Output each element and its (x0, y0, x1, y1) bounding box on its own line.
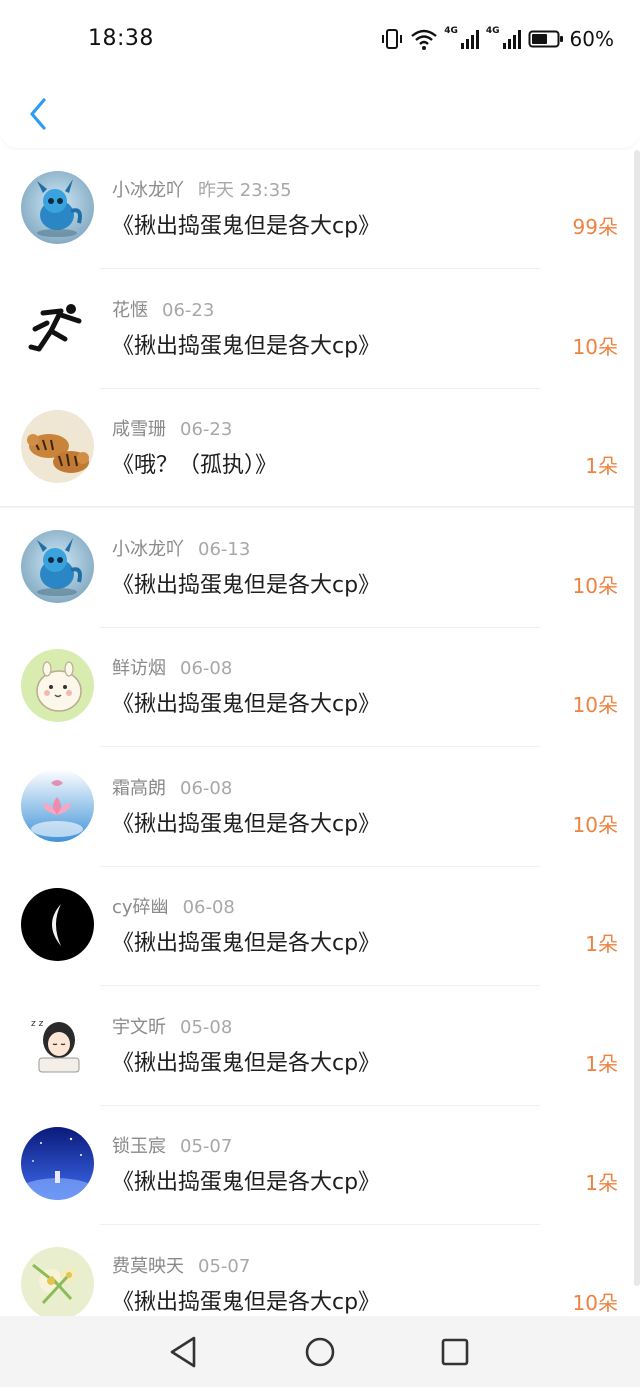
avatar[interactable] (21, 768, 94, 842)
item-meta: 鲜访烟 06-08 (112, 654, 232, 680)
vibrate-icon (382, 29, 403, 49)
recents-square-icon (441, 1338, 469, 1366)
item-date: 06-08 (180, 777, 233, 799)
list-item[interactable]: z z 宇文昕 05-08 《揪出捣蛋鬼但是各大cp》 1朵 (0, 987, 640, 1106)
user-name[interactable]: 锁玉宸 (112, 1136, 166, 1157)
item-meta: 花惬 06-23 (112, 296, 214, 322)
work-title[interactable]: 《揪出捣蛋鬼但是各大cp》 (112, 208, 380, 240)
flower-count: 1朵 (585, 1171, 618, 1195)
network-type-right: 4G (485, 26, 500, 36)
work-title[interactable]: 《揪出捣蛋鬼但是各大cp》 (112, 1045, 380, 1077)
work-title[interactable]: 《揪出捣蛋鬼但是各大cp》 (112, 328, 380, 360)
wifi-icon (411, 29, 438, 50)
avatar[interactable] (21, 529, 94, 603)
avatar[interactable] (21, 1127, 94, 1200)
flower-count: 99朵 (572, 215, 618, 239)
item-date: 06-23 (162, 299, 215, 321)
item-date: 05-07 (198, 1255, 251, 1277)
item-meta: 小冰龙吖 昨天 23:35 (112, 176, 292, 202)
item-meta: cy碎幽 06-08 (112, 893, 235, 919)
work-title[interactable]: 《揪出捣蛋鬼但是各大cp》 (112, 1164, 380, 1196)
flower-count: 10朵 (572, 1290, 618, 1315)
flower-count: 10朵 (572, 693, 618, 717)
item-date: 06-23 (180, 419, 233, 440)
status-time: 18:38 (88, 26, 154, 51)
list-item[interactable]: cy碎幽 06-08 《揪出捣蛋鬼但是各大cp》 1朵 (0, 867, 640, 986)
user-name[interactable]: 花惬 (112, 300, 148, 321)
item-date: 06-08 (180, 658, 233, 679)
work-title[interactable]: 《哦？（孤执）》 (112, 447, 277, 479)
status-bar: 18:38 4G 4G 60% (0, 0, 640, 80)
scrollbar[interactable] (634, 150, 640, 1286)
item-date: 06-08 (182, 897, 235, 918)
flower-count: 10朵 (572, 334, 618, 359)
list-item[interactable]: 霜高朗 06-08 《揪出捣蛋鬼但是各大cp》 10朵 (0, 748, 640, 867)
item-meta: 小冰龙吖 06-13 (112, 535, 250, 561)
user-name[interactable]: 咸雪珊 (112, 419, 166, 440)
system-nav-bar (0, 1316, 640, 1387)
avatar[interactable] (21, 410, 94, 483)
battery-icon (528, 30, 563, 48)
avatar[interactable] (21, 290, 94, 364)
back-button[interactable] (20, 94, 56, 134)
item-date: 06-13 (198, 538, 251, 560)
battery-percent: 60% (569, 27, 614, 51)
avatar[interactable] (21, 171, 94, 244)
work-title[interactable]: 《揪出捣蛋鬼但是各大cp》 (112, 925, 380, 957)
avatar[interactable]: z z (21, 1007, 94, 1081)
header (0, 80, 640, 148)
flower-count: 1朵 (585, 454, 618, 478)
list-item[interactable]: 小冰龙吖 昨天 23:35 《揪出捣蛋鬼但是各大cp》 99朵 (0, 150, 640, 269)
chevron-left-icon (30, 98, 46, 130)
work-title[interactable]: 《揪出捣蛋鬼但是各大cp》 (112, 1284, 380, 1316)
flower-count: 10朵 (572, 812, 618, 837)
work-title[interactable]: 《揪出捣蛋鬼但是各大cp》 (112, 806, 380, 838)
list-item[interactable]: 锁玉宸 05-07 《揪出捣蛋鬼但是各大cp》 1朵 (0, 1106, 640, 1225)
item-date: 05-08 (180, 1016, 233, 1038)
user-name[interactable]: 小冰龙吖 (112, 539, 184, 560)
svg-text:z z: z z (31, 1019, 44, 1029)
status-icons: 4G 4G 60% (380, 24, 614, 54)
list-item[interactable]: 鲜访烟 06-08 《揪出捣蛋鬼但是各大cp》 10朵 (0, 628, 640, 747)
avatar[interactable] (21, 888, 94, 961)
nav-recents-button[interactable] (435, 1332, 475, 1372)
flower-count: 1朵 (585, 932, 618, 956)
item-date: 昨天 23:35 (198, 180, 292, 201)
network-type-left: 4G (444, 26, 458, 36)
user-name[interactable]: 宇文昕 (112, 1017, 166, 1038)
item-meta: 宇文昕 05-08 (112, 1013, 232, 1039)
item-meta: 费莫映天 05-07 (112, 1252, 250, 1278)
list-item[interactable]: 费莫映天 05-07 《揪出捣蛋鬼但是各大cp》 10朵 (0, 1226, 640, 1316)
work-title[interactable]: 《揪出捣蛋鬼但是各大cp》 (112, 686, 380, 718)
user-name[interactable]: cy碎幽 (112, 897, 169, 918)
item-meta: 锁玉宸 05-07 (112, 1132, 232, 1158)
item-date: 05-07 (180, 1136, 233, 1157)
avatar[interactable] (21, 649, 94, 722)
avatar[interactable] (21, 1246, 94, 1316)
work-title[interactable]: 《揪出捣蛋鬼但是各大cp》 (112, 567, 380, 599)
back-triangle-icon (170, 1336, 196, 1368)
item-meta: 霜高朗 06-08 (112, 774, 232, 800)
signal-icon (460, 30, 479, 49)
flower-count: 1朵 (585, 1051, 618, 1076)
list-item[interactable]: 咸雪珊 06-23 《哦？（孤执）》 1朵 (0, 389, 640, 508)
home-circle-icon (305, 1337, 335, 1367)
user-name[interactable]: 费莫映天 (112, 1256, 184, 1277)
nav-home-button[interactable] (300, 1332, 340, 1372)
list-item[interactable]: 小冰龙吖 06-13 《揪出捣蛋鬼但是各大cp》 10朵 (0, 509, 640, 628)
user-name[interactable]: 小冰龙吖 (112, 180, 184, 201)
user-name[interactable]: 霜高朗 (112, 778, 166, 799)
user-name[interactable]: 鲜访烟 (112, 658, 166, 679)
list-item[interactable]: 花惬 06-23 《揪出捣蛋鬼但是各大cp》 10朵 (0, 270, 640, 389)
reward-list[interactable]: 小冰龙吖 昨天 23:35 《揪出捣蛋鬼但是各大cp》 99朵 花惬 06-23 《揪出捣蛋… (0, 150, 640, 1316)
signal-icon (502, 30, 521, 49)
item-meta: 咸雪珊 06-23 (112, 415, 232, 441)
nav-back-button[interactable] (163, 1332, 203, 1372)
flower-count: 10朵 (572, 573, 618, 598)
